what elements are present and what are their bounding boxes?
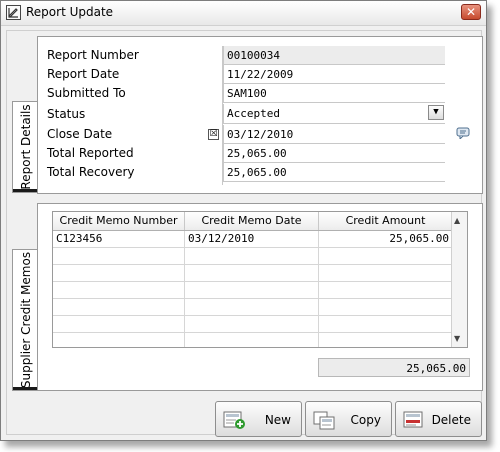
title-bar: Report Update ✕ [1, 1, 486, 26]
new-document-icon [223, 411, 245, 429]
vertical-scrollbar[interactable]: ▲ ▼ [451, 212, 467, 347]
column-header-date[interactable]: Credit Memo Date [185, 212, 319, 230]
report-update-window: Report Update ✕ Report Details Report Nu… [0, 0, 487, 441]
total-reported-field[interactable]: 25,065.00 [223, 144, 445, 163]
empty-cell [53, 248, 185, 264]
table-row[interactable] [53, 248, 453, 265]
table-row[interactable] [53, 282, 453, 299]
status-label: Status [47, 107, 86, 121]
credit-memo-table: Credit Memo Number Credit Memo Date Cred… [52, 211, 468, 348]
new-button[interactable]: New [215, 401, 302, 437]
empty-cell [319, 299, 453, 315]
report-date-label: Report Date [47, 67, 120, 81]
empty-cell [53, 282, 185, 298]
app-icon [6, 5, 21, 20]
empty-cell [185, 248, 319, 264]
status-select[interactable]: Accepted ▼ [223, 104, 445, 124]
report-date-field[interactable]: 11/22/2009 [223, 65, 445, 84]
tab-active-indicator [13, 189, 38, 192]
tab-active-indicator [13, 387, 38, 390]
field-row-total-recovery: Total Recovery 25,065.00 [38, 163, 448, 182]
delete-icon [403, 411, 423, 428]
report-number-label: Report Number [47, 48, 139, 62]
empty-cell [319, 316, 453, 332]
field-row-report-number: Report Number 00100034 [38, 46, 448, 65]
empty-cell [53, 265, 185, 281]
copy-button-label: Copy [350, 413, 381, 427]
scroll-down-arrow-icon[interactable]: ▼ [454, 334, 460, 343]
empty-cell [319, 265, 453, 281]
scroll-up-arrow-icon[interactable]: ▲ [454, 216, 460, 225]
submitted-to-label: Submitted To [47, 86, 126, 100]
empty-cell [185, 333, 319, 347]
tab-report-details-label: Report Details [18, 104, 33, 190]
close-date-field[interactable]: 03/12/2010 [223, 125, 445, 144]
field-row-total-reported: Total Reported 25,065.00 [38, 144, 448, 163]
submitted-to-field[interactable]: SAM100 [223, 84, 445, 103]
report-number-field: 00100034 [223, 46, 445, 65]
comment-icon[interactable] [456, 127, 471, 139]
table-row[interactable] [53, 265, 453, 282]
close-date-checkbox[interactable]: ☒ [208, 129, 219, 140]
table-row[interactable]: C123456 03/12/2010 25,065.00 [53, 231, 453, 248]
window-title: Report Update [26, 5, 114, 19]
empty-cell [53, 299, 185, 315]
total-reported-label: Total Reported [47, 146, 134, 160]
memo-number-cell: C123456 [53, 231, 185, 247]
table-row[interactable] [53, 333, 453, 347]
table-row[interactable] [53, 316, 453, 333]
field-row-close-date: Close Date ☒ 03/12/2010 [38, 125, 448, 144]
memo-amount-cell: 25,065.00 [319, 231, 453, 247]
field-row-report-date: Report Date 11/22/2009 [38, 65, 448, 84]
empty-cell [319, 282, 453, 298]
empty-cell [319, 333, 453, 347]
close-icon[interactable]: ✕ [461, 4, 481, 20]
empty-cell [185, 282, 319, 298]
table-row[interactable] [53, 299, 453, 316]
total-recovery-field[interactable]: 25,065.00 [223, 163, 445, 182]
column-header-number[interactable]: Credit Memo Number [53, 212, 185, 230]
copy-button[interactable]: Copy [305, 401, 392, 437]
empty-cell [185, 299, 319, 315]
tab-supplier-credit-memos-label: Supplier Credit Memos [18, 251, 33, 389]
tab-report-details[interactable]: Report Details [12, 101, 38, 193]
empty-cell [185, 316, 319, 332]
copy-icon [313, 411, 335, 430]
empty-cell [53, 316, 185, 332]
empty-cell [53, 333, 185, 347]
new-button-label: New [264, 413, 291, 427]
total-recovery-label: Total Recovery [47, 165, 135, 179]
field-row-submitted-to: Submitted To SAM100 [38, 84, 448, 103]
delete-button[interactable]: Delete [395, 401, 482, 437]
close-date-label: Close Date [47, 127, 113, 141]
empty-cell [319, 248, 453, 264]
empty-cell [185, 265, 319, 281]
table-header: Credit Memo Number Credit Memo Date Cred… [53, 212, 453, 231]
tab-supplier-credit-memos[interactable]: Supplier Credit Memos [12, 249, 38, 391]
column-header-amount[interactable]: Credit Amount [319, 212, 453, 230]
field-row-status: Status Accepted ▼ [38, 104, 448, 124]
credit-amount-total: 25,065.00 [318, 358, 470, 377]
chevron-down-icon[interactable]: ▼ [428, 105, 444, 120]
status-value: Accepted [227, 107, 280, 120]
memo-date-cell: 03/12/2010 [185, 231, 319, 247]
delete-button-label: Delete [431, 413, 471, 427]
